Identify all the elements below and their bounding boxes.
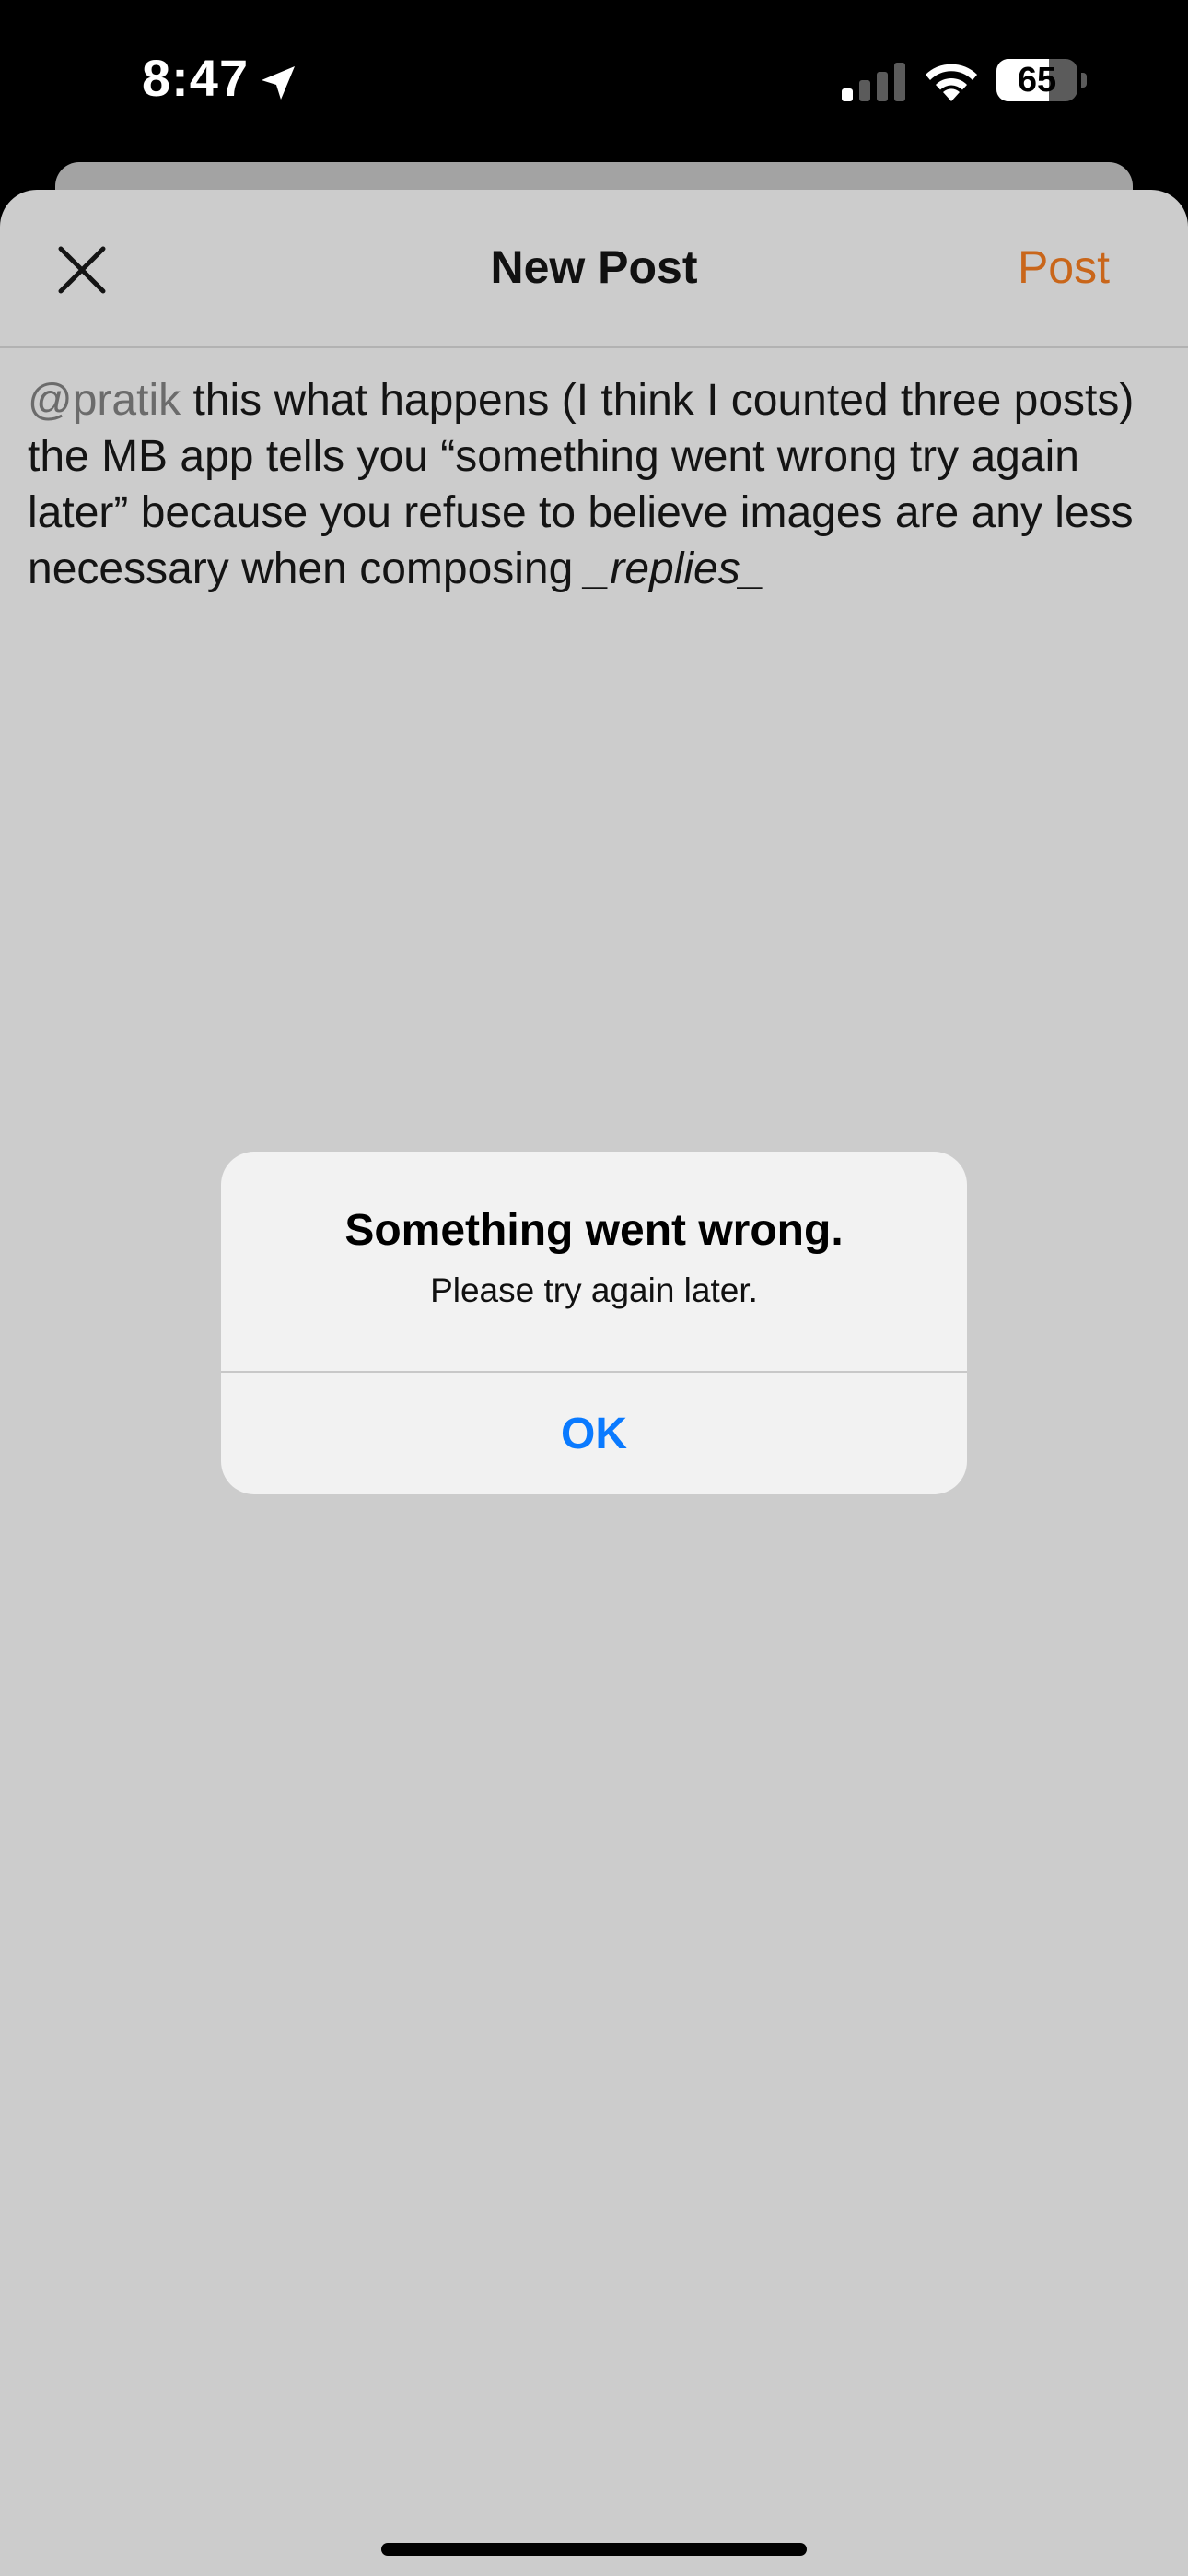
error-alert: Something went wrong. Please try again l… bbox=[221, 1152, 967, 1494]
mention: @pratik bbox=[28, 376, 181, 425]
battery-icon: 65 bbox=[996, 59, 1089, 101]
location-arrow-icon bbox=[262, 66, 295, 100]
compose-text-area[interactable]: @pratik this what happens (I think I cou… bbox=[28, 372, 1160, 597]
cellular-signal-icon bbox=[842, 63, 905, 101]
page-title: New Post bbox=[490, 241, 698, 293]
home-indicator[interactable] bbox=[381, 2543, 807, 2556]
status-bar: 8:47 65 bbox=[0, 0, 1188, 161]
post-button[interactable]: Post bbox=[1018, 240, 1110, 294]
ok-button[interactable]: OK bbox=[221, 1373, 967, 1494]
screen: 8:47 65 New Post Post @pratik this what … bbox=[0, 0, 1188, 2576]
wifi-icon bbox=[926, 64, 977, 101]
alert-title: Something went wrong. bbox=[344, 1206, 844, 1255]
close-icon[interactable] bbox=[53, 241, 111, 299]
post-body-text: this what happens (I think I counted thr… bbox=[28, 376, 1135, 593]
alert-message: Please try again later. bbox=[430, 1271, 758, 1309]
battery-level: 65 bbox=[1017, 61, 1057, 100]
status-time: 8:47 bbox=[142, 49, 250, 107]
nav-bar: New Post Post bbox=[0, 190, 1188, 348]
emphasized-text: _replies_ bbox=[585, 544, 765, 593]
